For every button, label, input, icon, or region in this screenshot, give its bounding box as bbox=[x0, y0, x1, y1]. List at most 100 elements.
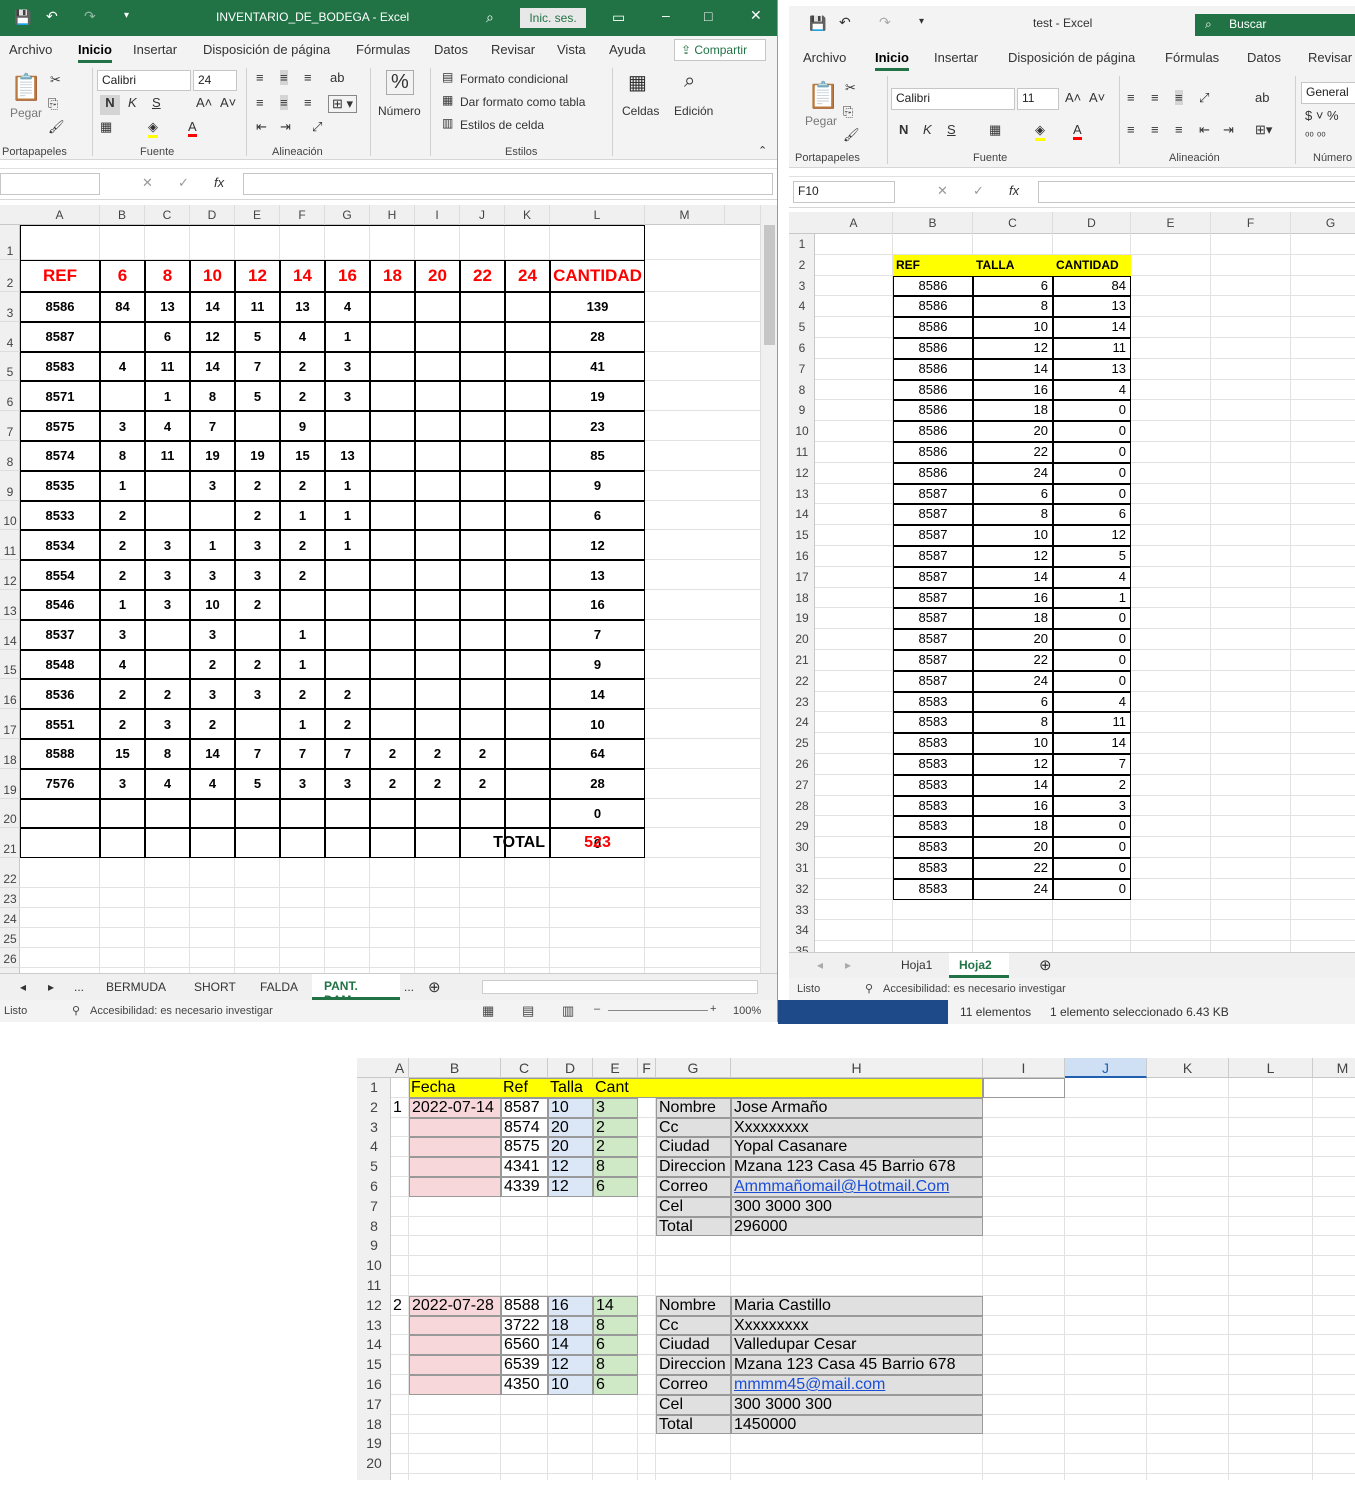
table-cell[interactable]: 12 bbox=[550, 530, 645, 561]
table-cell[interactable]: 11 bbox=[145, 351, 190, 382]
talla-cell[interactable]: 16 bbox=[973, 379, 1053, 401]
borders-icon[interactable]: ▦ bbox=[100, 119, 112, 135]
edit-icon[interactable]: ⌕ bbox=[684, 70, 695, 93]
align-middle-icon[interactable]: ≡ bbox=[280, 70, 288, 85]
row-header-17[interactable]: 17 bbox=[0, 709, 20, 739]
table-cell[interactable] bbox=[460, 619, 505, 650]
row-header-5[interactable]: 5 bbox=[789, 317, 815, 338]
ref-cell[interactable]: 4341 bbox=[501, 1157, 548, 1177]
talla-cell[interactable]: 22 bbox=[973, 650, 1053, 671]
talla-cell[interactable]: 14 bbox=[973, 566, 1053, 588]
cantidad-cell[interactable]: 0 bbox=[1053, 400, 1131, 422]
table-cell[interactable]: 2 bbox=[460, 739, 505, 769]
table-cell[interactable] bbox=[235, 411, 280, 441]
undo-icon[interactable]: ↶ bbox=[46, 8, 58, 25]
table-cell[interactable] bbox=[370, 649, 415, 680]
table-cell[interactable]: 6 bbox=[550, 500, 645, 531]
font-color-icon[interactable]: A bbox=[188, 119, 197, 137]
table-cell[interactable]: 3 bbox=[190, 679, 235, 710]
table-cell[interactable]: 2 bbox=[280, 530, 325, 561]
row-header-15[interactable]: 15 bbox=[789, 525, 815, 546]
table-cell[interactable] bbox=[415, 798, 460, 829]
font-name-box[interactable]: Calibri bbox=[891, 88, 1015, 110]
ref-cell[interactable]: 6539 bbox=[501, 1355, 548, 1375]
row-header-15[interactable]: 15 bbox=[357, 1355, 391, 1375]
column-header-D[interactable]: D bbox=[1053, 212, 1131, 234]
info-value[interactable]: Mzana 123 Casa 45 Barrio 678 bbox=[731, 1355, 983, 1375]
font-color-icon[interactable]: A bbox=[1073, 122, 1082, 140]
table-cell[interactable]: 8 bbox=[100, 441, 145, 471]
enter-icon[interactable]: ✓ bbox=[178, 175, 189, 191]
row-header-21[interactable]: 21 bbox=[789, 650, 815, 671]
minimize-icon[interactable]: – bbox=[662, 7, 670, 23]
ref-cell[interactable]: 4350 bbox=[501, 1375, 548, 1395]
table-cell[interactable] bbox=[235, 619, 280, 650]
table-cell[interactable] bbox=[415, 411, 460, 441]
row-header-13[interactable]: 13 bbox=[357, 1316, 391, 1336]
table-cell[interactable] bbox=[505, 292, 550, 322]
conditional-format-button[interactable]: Formato condicional bbox=[460, 72, 568, 86]
table-cell[interactable] bbox=[505, 560, 550, 590]
table-cell[interactable]: 2 bbox=[460, 768, 505, 799]
table-cell[interactable]: 1 bbox=[100, 590, 145, 620]
row-header-6[interactable]: 6 bbox=[0, 381, 20, 412]
enter-icon[interactable]: ✓ bbox=[973, 183, 984, 199]
row-header-28[interactable]: 28 bbox=[789, 796, 815, 817]
row-header-8[interactable]: 8 bbox=[789, 380, 815, 401]
column-header-L[interactable]: L bbox=[1229, 1058, 1313, 1078]
table-cell[interactable]: 4 bbox=[280, 321, 325, 352]
talla-cell[interactable]: 22 bbox=[973, 858, 1053, 879]
row-header-12[interactable]: 12 bbox=[357, 1296, 391, 1316]
talla-cell[interactable]: 18 bbox=[973, 400, 1053, 422]
table-cell[interactable]: 3 bbox=[145, 709, 190, 739]
table-cell[interactable] bbox=[460, 530, 505, 561]
cantidad-cell[interactable]: 4 bbox=[1053, 566, 1131, 588]
table-cell[interactable]: 9 bbox=[280, 411, 325, 441]
table-cell[interactable] bbox=[100, 381, 145, 412]
tab-ayuda[interactable]: Ayuda bbox=[609, 42, 646, 57]
grow-font-icon[interactable]: A˄ bbox=[1065, 90, 1081, 105]
column-header-E[interactable]: E bbox=[1131, 212, 1211, 234]
table-cell[interactable]: 2 bbox=[190, 709, 235, 739]
table-cell[interactable]: 139 bbox=[550, 292, 645, 322]
name-box[interactable]: F10 bbox=[793, 181, 895, 203]
paste-icon[interactable]: 📋 bbox=[807, 80, 839, 111]
column-header-I[interactable]: I bbox=[415, 205, 460, 225]
row-header-33[interactable]: 33 bbox=[789, 900, 815, 921]
table-cell[interactable] bbox=[505, 441, 550, 471]
table-cell[interactable]: 13 bbox=[280, 292, 325, 322]
tab-inicio[interactable]: Inicio bbox=[78, 42, 112, 63]
sheet-grid-inventario[interactable]: A B C D E F G H I J K L M 1 2 3 4 5 6 7 8 9 10 11 12 13 14 15 16 17 18… bbox=[0, 205, 760, 973]
tab-insertar[interactable]: Insertar bbox=[133, 42, 177, 57]
maximize-icon[interactable]: □ bbox=[704, 8, 712, 24]
table-cell[interactable]: 2 bbox=[100, 500, 145, 531]
percent-icon[interactable]: % bbox=[386, 70, 414, 95]
cant-cell[interactable]: 2 bbox=[593, 1137, 638, 1158]
cant-cell[interactable]: 8 bbox=[593, 1157, 638, 1177]
table-cell[interactable]: 3 bbox=[325, 351, 370, 382]
next-sheet-icon[interactable]: ▸ bbox=[48, 980, 54, 994]
info-value[interactable]: 296000 bbox=[731, 1216, 983, 1237]
cantidad-cell[interactable]: 5 bbox=[1053, 546, 1131, 567]
talla-cell[interactable]: 24 bbox=[973, 462, 1053, 484]
row-header-32[interactable]: 32 bbox=[789, 879, 815, 900]
table-cell[interactable]: 19 bbox=[235, 441, 280, 471]
table-cell[interactable]: 2 bbox=[370, 768, 415, 799]
row-header-14[interactable]: 14 bbox=[789, 504, 815, 525]
table-cell[interactable] bbox=[370, 381, 415, 412]
column-header-F[interactable]: F bbox=[1211, 212, 1291, 234]
tab-revisar[interactable]: Revisar bbox=[491, 42, 535, 57]
table-cell[interactable] bbox=[325, 411, 370, 441]
row-header-9[interactable]: 9 bbox=[0, 471, 20, 501]
cut-icon[interactable]: ✂ bbox=[845, 80, 856, 96]
table-cell[interactable] bbox=[370, 470, 415, 501]
table-cell[interactable]: 2 bbox=[235, 470, 280, 501]
table-cell[interactable]: 2 bbox=[280, 351, 325, 382]
row-header-16[interactable]: 16 bbox=[357, 1375, 391, 1395]
tab-disposicion[interactable]: Disposición de página bbox=[1008, 50, 1135, 65]
fecha-cell[interactable] bbox=[409, 1177, 501, 1197]
column-header-D[interactable]: D bbox=[190, 205, 235, 225]
format-painter-icon[interactable]: 🖌 bbox=[48, 119, 65, 135]
table-cell[interactable] bbox=[370, 798, 415, 829]
ref-cell[interactable]: 8583 bbox=[893, 754, 973, 775]
